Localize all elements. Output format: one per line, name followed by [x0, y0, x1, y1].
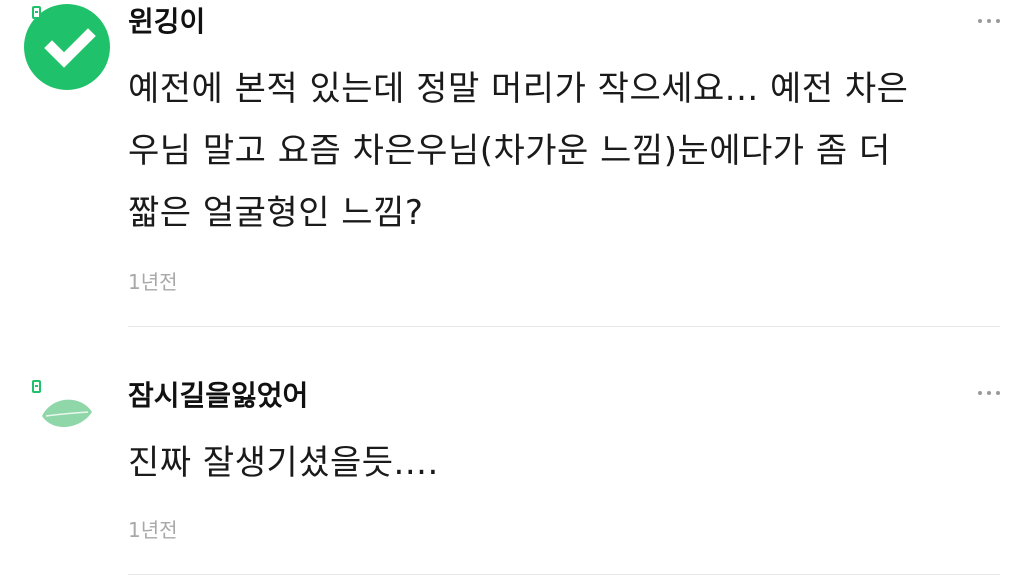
divider [128, 326, 1000, 327]
comment-username[interactable]: 윈깅이 [128, 8, 205, 36]
comment-text: 예전에 본적 있는데 정말 머리가 작으세요... 예전 차은 우님 말고 요즘… [128, 69, 909, 233]
more-options-icon[interactable] [978, 382, 1000, 404]
comment-list: 윈깅이 예전에 본적 있는데 정말 머리가 작으세요... 예전 차은 우님 말… [0, 0, 1024, 576]
comment-username[interactable]: 잠시길을잃었어 [128, 382, 308, 410]
divider [128, 574, 1000, 575]
comment-item: 잠시길을잃었어 진짜 잘생기셨을듯.... 1년전 [0, 328, 1024, 576]
comment-timestamp: 1년전 [128, 518, 178, 542]
level-badge-icon [32, 380, 41, 393]
comment-item: 윈깅이 예전에 본적 있는데 정말 머리가 작으세요... 예전 차은 우님 말… [0, 0, 1024, 328]
level-badge-icon [32, 6, 41, 19]
comment-timestamp: 1년전 [128, 270, 178, 294]
more-options-icon[interactable] [978, 10, 1000, 32]
comment-text: 진짜 잘생기셨을듯.... [128, 443, 439, 483]
